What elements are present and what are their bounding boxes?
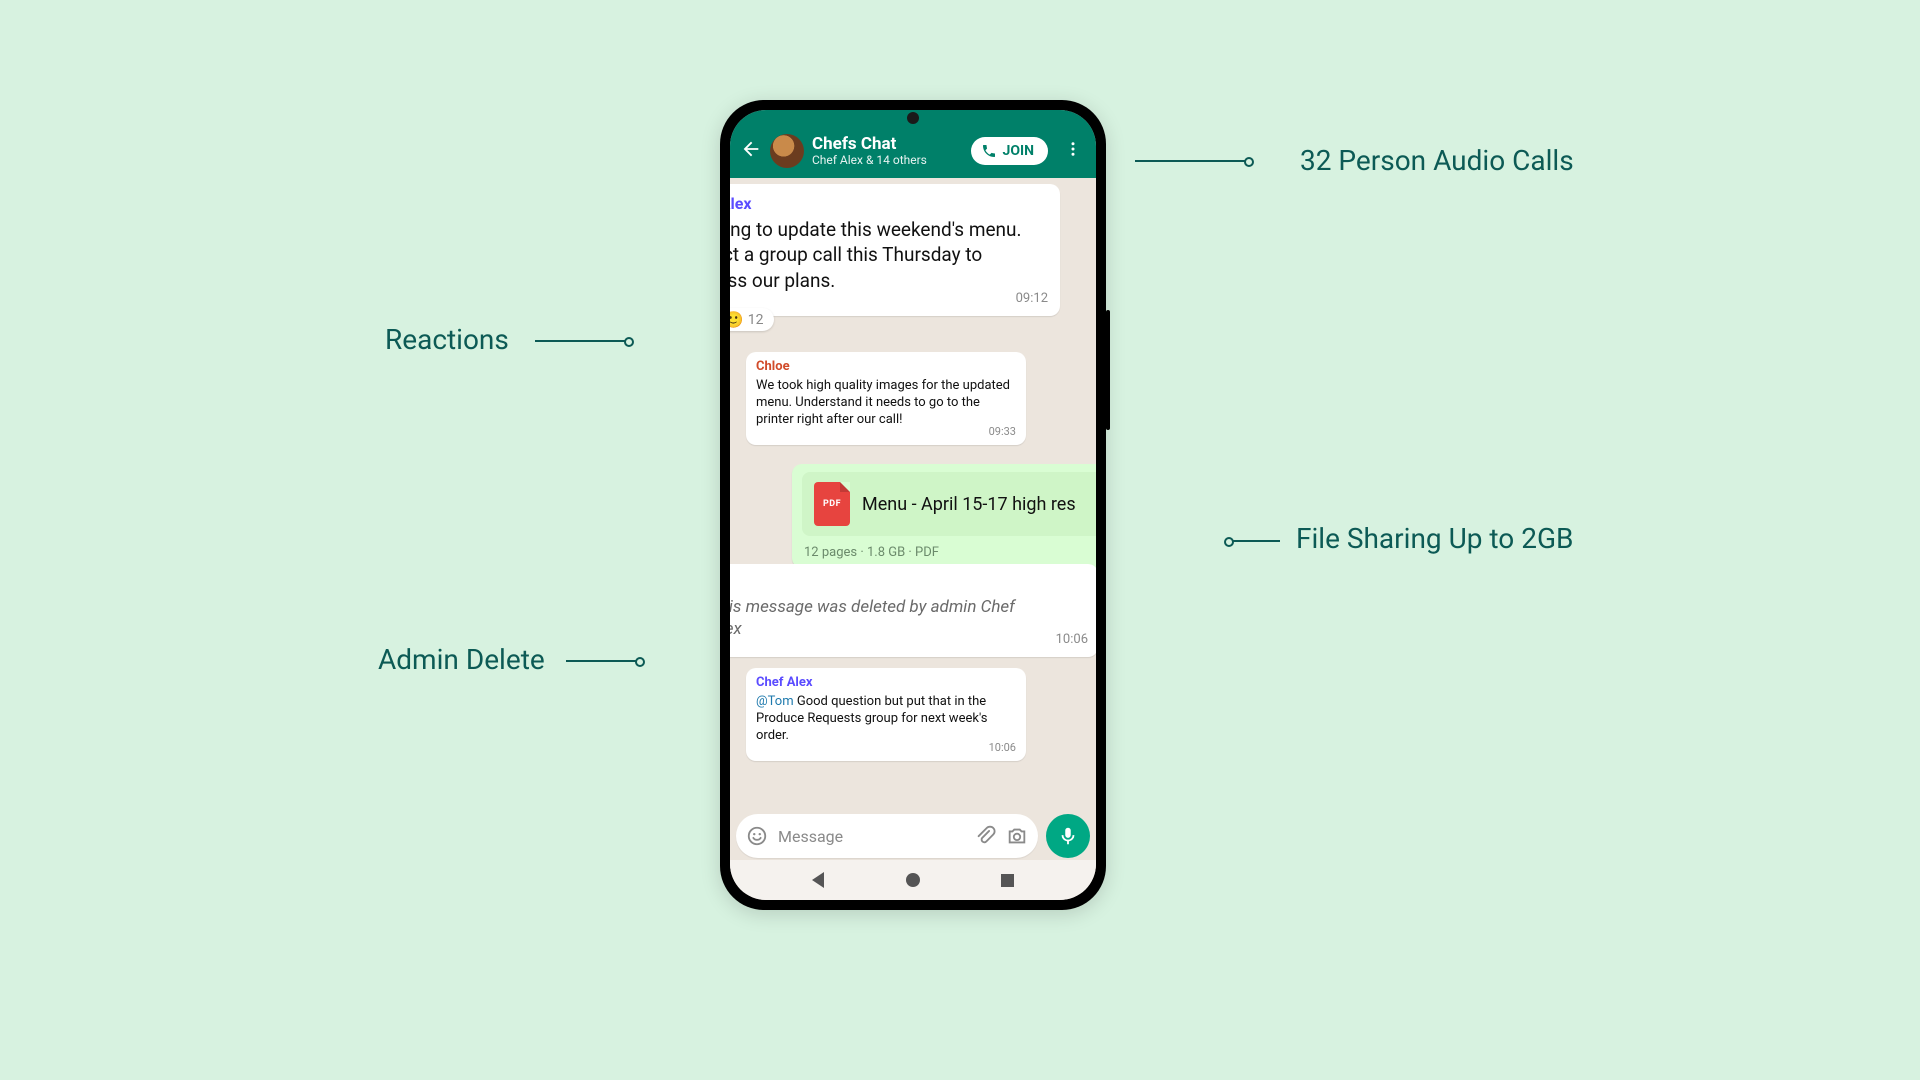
phone-screen: Chefs Chat Chef Alex & 14 others JOIN Ch…: [730, 110, 1096, 900]
message-chloe[interactable]: Chloe We took high quality images for th…: [746, 352, 1026, 445]
callout-reactions: Reactions: [385, 323, 509, 356]
message-composer[interactable]: Message: [736, 814, 1038, 858]
attach-icon[interactable]: [974, 825, 996, 847]
callout-admin-delete: Admin Delete: [378, 643, 545, 676]
message-sender: Tom: [730, 572, 1086, 592]
phone-camera-dot: [907, 112, 919, 124]
reaction-smile: 🙂: [730, 310, 744, 329]
chat-avatar[interactable]: [770, 134, 804, 168]
mic-button[interactable]: [1046, 814, 1090, 858]
nav-home-icon[interactable]: [906, 873, 920, 887]
file-name: Menu - April 15-17 high res: [862, 494, 1076, 515]
back-button[interactable]: [740, 138, 762, 164]
message-chef-alex-2[interactable]: Chef Alex @Tom Good question but put tha…: [746, 668, 1026, 761]
file-meta: 12 pages · 1.8 GB · PDF: [804, 545, 1096, 560]
message-time: 09:12: [1016, 291, 1048, 308]
callout-audio-calls: 32 Person Audio Calls: [1300, 144, 1574, 177]
kebab-icon: [1064, 140, 1082, 158]
message-body: We took high quality images for the upda…: [756, 378, 1016, 439]
composer-row: Message: [736, 814, 1090, 858]
callout-file-sharing: File Sharing Up to 2GB: [1296, 522, 1573, 555]
mic-icon: [1057, 825, 1079, 847]
phone-frame: Chefs Chat Chef Alex & 14 others JOIN Ch…: [720, 100, 1106, 910]
file-attachment[interactable]: Menu - April 15-17 high res: [802, 472, 1096, 536]
message-reactions[interactable]: 👍 🙏 🙂 12: [730, 308, 774, 331]
chat-title: Chefs Chat: [812, 135, 963, 154]
more-menu-button[interactable]: [1056, 140, 1086, 162]
message-body: Working to update this weekend's menu. E…: [730, 217, 1048, 300]
phone-icon: [981, 143, 997, 159]
message-sender: Chef Alex: [756, 675, 1016, 692]
message-outgoing-file[interactable]: Menu - April 15-17 high res 12 pages · 1…: [792, 464, 1096, 568]
chat-subtitle: Chef Alex & 14 others: [812, 153, 963, 167]
chat-body[interactable]: Chef Alex Working to update this weekend…: [730, 178, 1096, 900]
message-chef-alex-1[interactable]: Chef Alex Working to update this weekend…: [730, 184, 1060, 316]
join-call-button[interactable]: JOIN: [971, 137, 1048, 165]
message-tom-deleted[interactable]: Tom This message was deleted by admin Ch…: [730, 564, 1096, 657]
join-label: JOIN: [1003, 143, 1034, 159]
arrow-left-icon: [740, 138, 762, 160]
message-sender: Chloe: [756, 359, 1016, 376]
deleted-text: This message was deleted by admin Chef A…: [730, 596, 1086, 642]
reaction-count: 12: [748, 312, 764, 328]
emoji-icon[interactable]: [746, 825, 768, 847]
chat-titles[interactable]: Chefs Chat Chef Alex & 14 others: [812, 135, 963, 168]
pdf-icon: [814, 482, 850, 526]
nav-back-icon[interactable]: [812, 872, 824, 888]
leader-reactions: [535, 340, 630, 342]
camera-icon[interactable]: [1006, 825, 1028, 847]
leader-admin-delete: [566, 660, 641, 662]
android-navbar: [730, 860, 1096, 900]
message-time: 10:06: [1056, 632, 1088, 649]
message-body: @Tom Good question but put that in the P…: [756, 694, 1016, 755]
composer-placeholder: Message: [778, 827, 964, 846]
message-time: 10:06: [989, 741, 1016, 755]
nav-recents-icon[interactable]: [1001, 874, 1014, 887]
message-mention: @Tom: [756, 694, 794, 709]
message-sender: Chef Alex: [730, 194, 1048, 215]
message-time: 09:33: [989, 425, 1016, 439]
leader-audio-calls: [1135, 160, 1250, 162]
leader-file-sharing: [1228, 540, 1280, 542]
